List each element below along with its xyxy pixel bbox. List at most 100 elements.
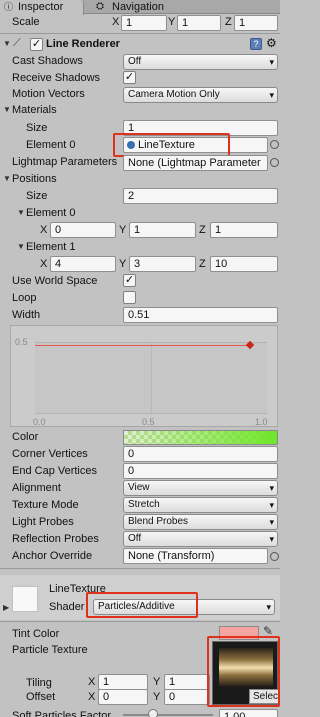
light-probes-dropdown[interactable]: Blend Probes (123, 514, 278, 530)
alignment-label: Alignment (12, 482, 61, 494)
element1-y-label[interactable]: Y (119, 257, 126, 271)
material-preview-icon (12, 586, 38, 612)
scale-y-label[interactable]: Y (168, 15, 175, 29)
highlight-box (86, 592, 198, 618)
tint-color-label: Tint Color (12, 628, 60, 640)
object-picker-icon[interactable] (270, 140, 279, 149)
material-fold-icon[interactable]: ▶ (3, 601, 9, 615)
materials-size-label: Size (26, 122, 48, 134)
element0-z-label[interactable]: Z (199, 223, 206, 237)
loop-checkbox[interactable] (123, 291, 136, 304)
tiling-x-field[interactable]: 1 (98, 674, 148, 690)
use-world-space-checkbox[interactable]: ✓ (123, 274, 136, 287)
scale-x-field[interactable]: 1 (121, 15, 167, 31)
particle-texture-label: Particle Texture (12, 644, 88, 656)
element0-fold-icon[interactable]: ▼ (17, 206, 25, 220)
alignment-dropdown[interactable]: View (123, 480, 278, 496)
soft-particles-field[interactable]: 1.00 (219, 709, 278, 717)
element0-x-label[interactable]: X (40, 223, 47, 237)
loop-label: Loop (12, 292, 37, 304)
highlight-box (207, 636, 280, 707)
offset-label: Offset (26, 691, 56, 703)
element0-x-field[interactable]: 0 (50, 222, 116, 238)
element1-fold-icon[interactable]: ▼ (17, 240, 25, 254)
width-label: Width (12, 309, 41, 321)
navigation-icon: ⛭ (96, 1, 104, 12)
anchor-override-label: Anchor Override (12, 550, 93, 562)
cast-shadows-dropdown[interactable]: Off (123, 54, 278, 70)
gear-icon[interactable]: ⚙ (266, 36, 277, 50)
positions-fold-icon[interactable]: ▼ (3, 172, 11, 186)
lightmap-parameters-label: Lightmap Parameters (12, 156, 118, 168)
position-element1-label: Element 1 (26, 241, 76, 253)
line-renderer-enabled-checkbox[interactable]: ✓ (30, 38, 43, 51)
shader-label: Shader (49, 601, 85, 613)
use-world-space-label: Use World Space (12, 275, 98, 287)
scale-x-label[interactable]: X (112, 15, 119, 29)
tiling-x-label[interactable]: X (88, 675, 95, 689)
anchor-override-field[interactable]: None (Transform) (123, 548, 268, 564)
element1-x-label[interactable]: X (40, 257, 47, 271)
color-gradient-field[interactable] (123, 430, 278, 445)
line-renderer-icon: ⟋ (13, 37, 21, 49)
width-curve-editor[interactable]: 0.5 0.0 0.5 1.0 (10, 325, 278, 427)
help-icon[interactable]: ? (250, 38, 262, 50)
light-probes-label: Light Probes (12, 516, 74, 528)
tab-inspector[interactable]: ⓘ Inspector (0, 0, 84, 15)
element0-y-field[interactable]: 1 (129, 222, 196, 238)
soft-particles-slider-track[interactable] (123, 714, 213, 716)
materials-label: Materials (12, 104, 57, 116)
end-cap-vertices-label: End Cap Vertices (12, 465, 97, 477)
curve-plot-area (35, 340, 267, 414)
scale-z-label[interactable]: Z (225, 15, 232, 29)
object-picker-icon[interactable] (270, 552, 279, 561)
element1-z-field[interactable]: 10 (210, 256, 278, 272)
width-curve-line (35, 345, 251, 346)
offset-x-field[interactable]: 0 (98, 689, 148, 705)
element0-y-label[interactable]: Y (119, 223, 126, 237)
tiling-y-field[interactable]: 1 (164, 674, 210, 690)
tab-navigation[interactable]: ⛭ Navigation (92, 0, 192, 14)
corner-vertices-field[interactable]: 0 (123, 446, 278, 462)
texture-mode-dropdown[interactable]: Stretch (123, 497, 278, 513)
materials-fold-icon[interactable]: ▼ (3, 103, 11, 117)
divider (0, 568, 280, 569)
lightmap-parameters-field[interactable]: None (Lightmap Parameter (123, 155, 268, 171)
soft-particles-slider-thumb[interactable] (148, 709, 158, 717)
divider (0, 33, 280, 34)
scale-z-field[interactable]: 1 (234, 15, 278, 31)
motion-vectors-label: Motion Vectors (12, 88, 85, 100)
element1-y-field[interactable]: 3 (129, 256, 196, 272)
curve-key-point[interactable] (245, 340, 255, 350)
curve-x-tick-0: 0.0 (33, 417, 46, 427)
element1-x-field[interactable]: 4 (50, 256, 116, 272)
reflection-probes-label: Reflection Probes (12, 533, 99, 545)
divider (0, 621, 280, 622)
end-cap-vertices-field[interactable]: 0 (123, 463, 278, 479)
offset-y-label[interactable]: Y (153, 690, 160, 704)
tiling-y-label[interactable]: Y (153, 675, 160, 689)
positions-size-field[interactable]: 2 (123, 188, 278, 204)
offset-x-label[interactable]: X (88, 690, 95, 704)
element1-z-label[interactable]: Z (199, 257, 206, 271)
motion-vectors-dropdown[interactable]: Camera Motion Only (123, 87, 278, 103)
scale-label: Scale (12, 16, 40, 28)
tab-navigation-label: Navigation (112, 1, 164, 13)
fold-arrow-icon[interactable]: ▼ (3, 37, 11, 51)
color-gradient-fill (124, 431, 277, 444)
curve-x-tick-1: 0.5 (142, 417, 155, 427)
reflection-probes-dropdown[interactable]: Off (123, 531, 278, 547)
receive-shadows-checkbox[interactable]: ✓ (123, 71, 136, 84)
scale-y-field[interactable]: 1 (177, 15, 221, 31)
texture-mode-label: Texture Mode (12, 499, 79, 511)
object-picker-icon[interactable] (270, 158, 279, 167)
positions-label: Positions (12, 173, 57, 185)
width-field[interactable]: 0.51 (123, 307, 278, 323)
curve-gridline (151, 343, 152, 413)
offset-y-field[interactable]: 0 (164, 689, 210, 705)
highlight-box (113, 133, 230, 157)
position-element0-label: Element 0 (26, 207, 76, 219)
soft-particles-label: Soft Particles Factor (12, 710, 112, 717)
tab-inspector-label: Inspector (18, 1, 64, 13)
element0-z-field[interactable]: 1 (210, 222, 278, 238)
